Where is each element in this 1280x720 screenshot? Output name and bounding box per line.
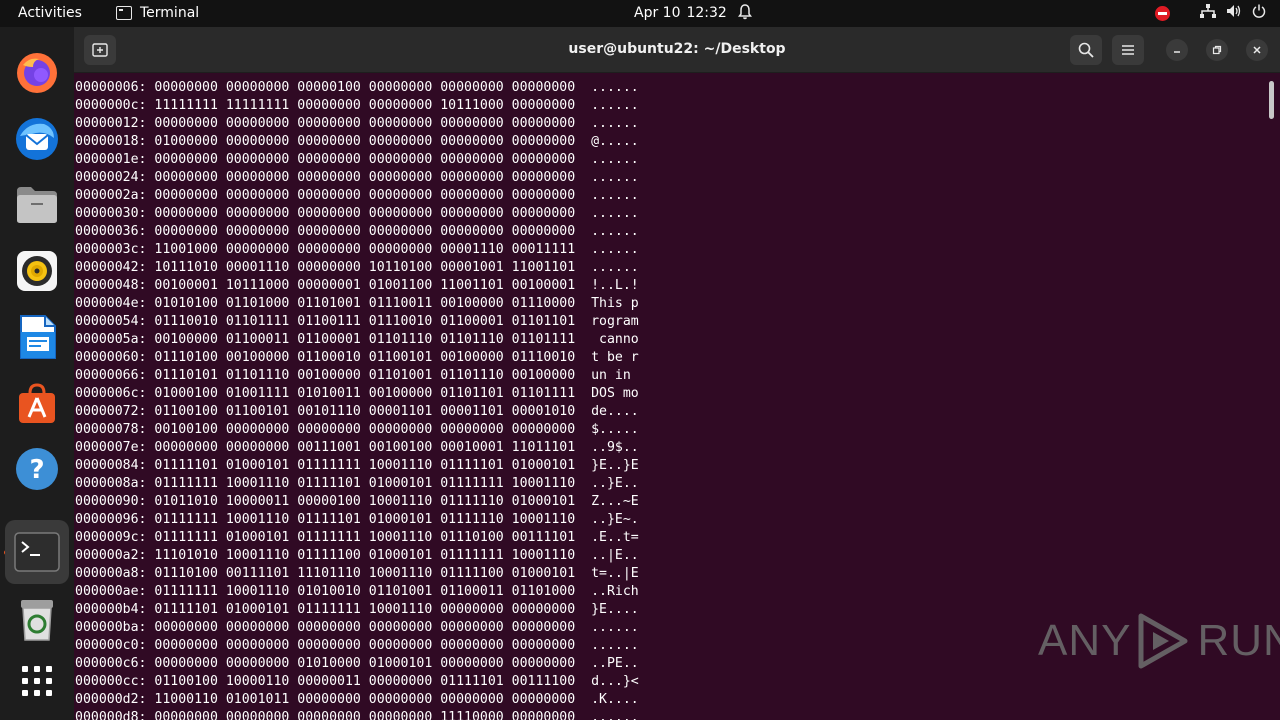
terminal-line: 00000078: 00100100 00000000 00000000 000… xyxy=(75,422,639,437)
clock-time: 12:32 xyxy=(686,5,727,21)
terminal-line: 00000012: 00000000 00000000 00000000 000… xyxy=(75,116,639,131)
scrollbar-thumb[interactable] xyxy=(1269,81,1274,119)
app-center-icon xyxy=(19,383,55,423)
terminal-line: 000000d8: 00000000 00000000 00000000 000… xyxy=(75,710,639,720)
grid-icon xyxy=(22,666,52,696)
svg-text:?: ? xyxy=(29,455,44,485)
dock-trash[interactable] xyxy=(11,593,63,645)
dock-show-apps[interactable] xyxy=(11,655,63,707)
maximize-button[interactable] xyxy=(1206,39,1228,61)
search-button[interactable] xyxy=(1070,35,1102,65)
terminal-line: 00000084: 01111101 01000101 01111111 100… xyxy=(75,458,639,473)
close-icon xyxy=(1253,46,1261,54)
restore-icon xyxy=(1212,45,1222,55)
terminal-line: 00000006: 00000000 00000000 00000100 000… xyxy=(75,80,639,95)
terminal-line: 000000ae: 01111111 10001110 01010010 011… xyxy=(75,584,639,599)
dock-help[interactable]: ? xyxy=(11,443,63,495)
terminal-line: 00000030: 00000000 00000000 00000000 000… xyxy=(75,206,639,221)
terminal-line: 00000090: 01011010 10000011 00000100 100… xyxy=(75,494,639,509)
terminal-line: 0000004e: 01010100 01101000 01101001 011… xyxy=(75,296,639,311)
terminal-line: 00000018: 01000000 00000000 00000000 000… xyxy=(75,134,639,149)
terminal-line: 00000024: 00000000 00000000 00000000 000… xyxy=(75,170,639,185)
terminal-line: 00000060: 01110100 00100000 01100010 011… xyxy=(75,350,639,365)
terminal-line: 00000054: 01110010 01101111 01100111 011… xyxy=(75,314,639,329)
play-logo-icon xyxy=(1138,613,1188,669)
minimize-button[interactable] xyxy=(1166,39,1188,61)
dock-app-center[interactable] xyxy=(11,377,63,429)
app-menu-label: Terminal xyxy=(140,5,200,21)
clock[interactable]: Apr 10 12:32 xyxy=(634,5,727,21)
terminal-line: 00000072: 01100100 01100101 00101110 000… xyxy=(75,404,639,419)
terminal-line: 0000000c: 11111111 11111111 00000000 000… xyxy=(75,98,639,113)
do-not-disturb-icon[interactable] xyxy=(1155,5,1170,21)
clock-date: Apr 10 xyxy=(634,5,681,21)
dock-writer[interactable] xyxy=(11,311,63,363)
hamburger-menu-button[interactable] xyxy=(1112,35,1144,65)
dock-firefox[interactable] xyxy=(11,47,63,99)
firefox-icon xyxy=(17,53,57,93)
terminal-line: 0000005a: 00100000 01100011 01100001 011… xyxy=(75,332,639,347)
terminal-line: 000000cc: 01100100 10000110 00000011 000… xyxy=(75,674,639,689)
terminal-line: 0000006c: 01000100 01001111 01010011 001… xyxy=(75,386,639,401)
terminal-line: 00000066: 01110101 01101110 00100000 011… xyxy=(75,368,639,383)
help-icon: ? xyxy=(16,448,58,490)
hamburger-icon xyxy=(1122,45,1134,55)
minimize-icon xyxy=(1174,51,1180,53)
power-icon xyxy=(1252,4,1266,22)
rhythmbox-icon xyxy=(17,251,57,291)
terminal-line: 000000a2: 11101010 10001110 01111100 010… xyxy=(75,548,639,563)
app-menu-terminal[interactable]: Terminal xyxy=(116,5,199,21)
files-icon xyxy=(17,187,57,223)
top-bar: Activities Terminal Apr 10 12:32 xyxy=(0,0,1280,27)
writer-icon xyxy=(20,315,56,359)
dock-rhythmbox[interactable] xyxy=(11,245,63,297)
terminal-line: 0000003c: 11001000 00000000 00000000 000… xyxy=(75,242,639,257)
thunderbird-icon xyxy=(16,118,58,160)
terminal-line: 000000a8: 01110100 00111101 11101110 100… xyxy=(75,566,639,581)
dock-thunderbird[interactable] xyxy=(11,113,63,165)
network-icon xyxy=(1200,4,1216,22)
dock-terminal[interactable] xyxy=(5,520,69,584)
bell-icon[interactable] xyxy=(738,4,752,24)
terminal-line: 00000042: 10111010 00001110 00000000 101… xyxy=(75,260,639,275)
terminal-line: 0000002a: 00000000 00000000 00000000 000… xyxy=(75,188,639,203)
terminal-line: 0000008a: 01111111 10001110 01111101 010… xyxy=(75,476,639,491)
anyrun-watermark: ANY RUN xyxy=(1038,610,1280,672)
watermark-left-text: ANY xyxy=(1038,616,1132,665)
window-headerbar[interactable]: user@ubuntu22: ~/Desktop xyxy=(74,27,1280,73)
trash-icon xyxy=(21,600,53,641)
terminal-small-icon xyxy=(116,6,132,20)
terminal-line: 00000048: 00100001 10111000 00000001 010… xyxy=(75,278,639,293)
terminal-line: 0000007e: 00000000 00000000 00111001 001… xyxy=(75,440,639,455)
dock: ? xyxy=(0,27,74,720)
terminal-line: 0000009c: 01111111 01000101 01111111 100… xyxy=(75,530,639,545)
terminal-line: 0000001e: 00000000 00000000 00000000 000… xyxy=(75,152,639,167)
terminal-icon xyxy=(14,532,60,572)
activities-button[interactable]: Activities xyxy=(18,5,82,21)
terminal-line: 000000d2: 11000110 01001011 00000000 000… xyxy=(75,692,639,707)
volume-icon xyxy=(1226,4,1242,22)
terminal-line: 00000036: 00000000 00000000 00000000 000… xyxy=(75,224,639,239)
dock-files[interactable] xyxy=(11,179,63,231)
watermark-right-text: RUN xyxy=(1197,616,1280,665)
search-icon xyxy=(1078,42,1094,58)
terminal-line: 00000096: 01111111 10001110 01111101 010… xyxy=(75,512,639,527)
close-button[interactable] xyxy=(1246,39,1268,61)
system-status-area[interactable] xyxy=(1155,4,1266,22)
